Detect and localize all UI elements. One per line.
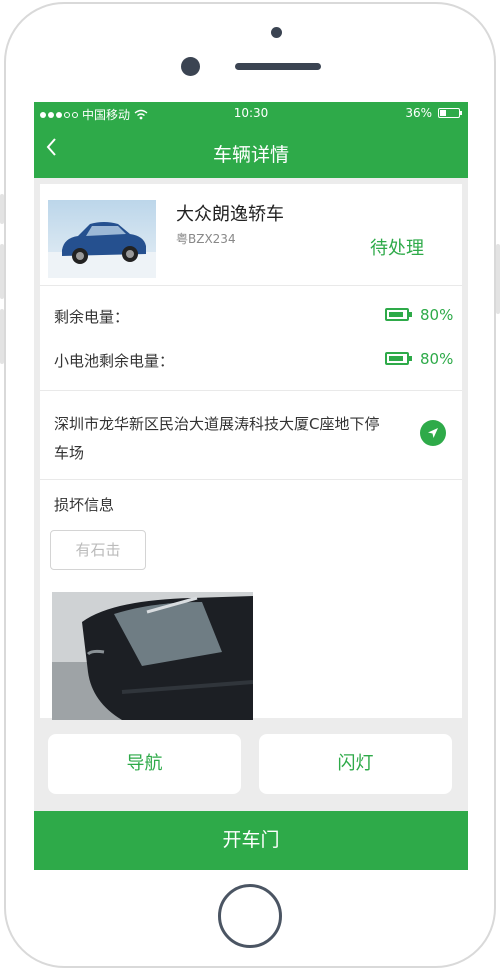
- mute-switch: [0, 194, 4, 224]
- flash-lights-button[interactable]: 闪灯: [259, 734, 452, 794]
- earpiece-speaker: [235, 63, 321, 70]
- battery-label: 剩余电量：: [54, 308, 130, 326]
- page-title: 车辆详情: [212, 144, 289, 166]
- volume-down-button: [0, 309, 4, 364]
- front-camera: [271, 27, 282, 38]
- navigation-arrow-icon[interactable]: [420, 420, 446, 446]
- divider: [40, 479, 462, 480]
- divider: [40, 390, 462, 391]
- status-bar: 中国移动 10:30 36%: [34, 102, 468, 124]
- open-door-button[interactable]: 开车门: [34, 811, 468, 870]
- app-screen: 中国移动 10:30 36% 车辆详情 大众朗逸轿车 粤BZX234 待处理 剩…: [34, 102, 468, 870]
- battery-percent: 36%: [405, 106, 432, 120]
- status-badge: 待处理: [370, 238, 424, 259]
- navigate-button[interactable]: 导航: [48, 734, 241, 794]
- battery-icon: [438, 108, 462, 118]
- small-battery-level-value: 80%: [420, 350, 454, 368]
- home-button[interactable]: [218, 884, 282, 948]
- battery-level-icon: [385, 308, 412, 321]
- small-battery-label: 小电池剩余电量：: [54, 352, 175, 370]
- small-battery-level-icon: [385, 352, 412, 365]
- action-row: 导航 闪灯: [48, 734, 454, 794]
- car-photo: [48, 200, 156, 278]
- damage-tag[interactable]: 有石击: [50, 530, 146, 570]
- divider: [40, 285, 462, 286]
- license-plate: 粤BZX234: [176, 232, 236, 246]
- battery-level-value: 80%: [420, 306, 454, 324]
- vehicle-detail-card: 大众朗逸轿车 粤BZX234 待处理 剩余电量： 80% 小电池剩余电量： 80…: [40, 184, 462, 720]
- vehicle-address: 深圳市龙华新区民治大道展涛科技大厦C座地下停车场: [54, 415, 380, 462]
- damage-photo: [52, 592, 253, 720]
- damage-info-title: 损坏信息: [54, 496, 115, 514]
- proximity-sensor: [181, 57, 200, 76]
- vehicle-name: 大众朗逸轿车: [176, 204, 284, 225]
- nav-bar: 车辆详情: [34, 124, 468, 178]
- power-button: [496, 244, 500, 314]
- status-time: 10:30: [233, 106, 269, 120]
- volume-up-button: [0, 244, 4, 299]
